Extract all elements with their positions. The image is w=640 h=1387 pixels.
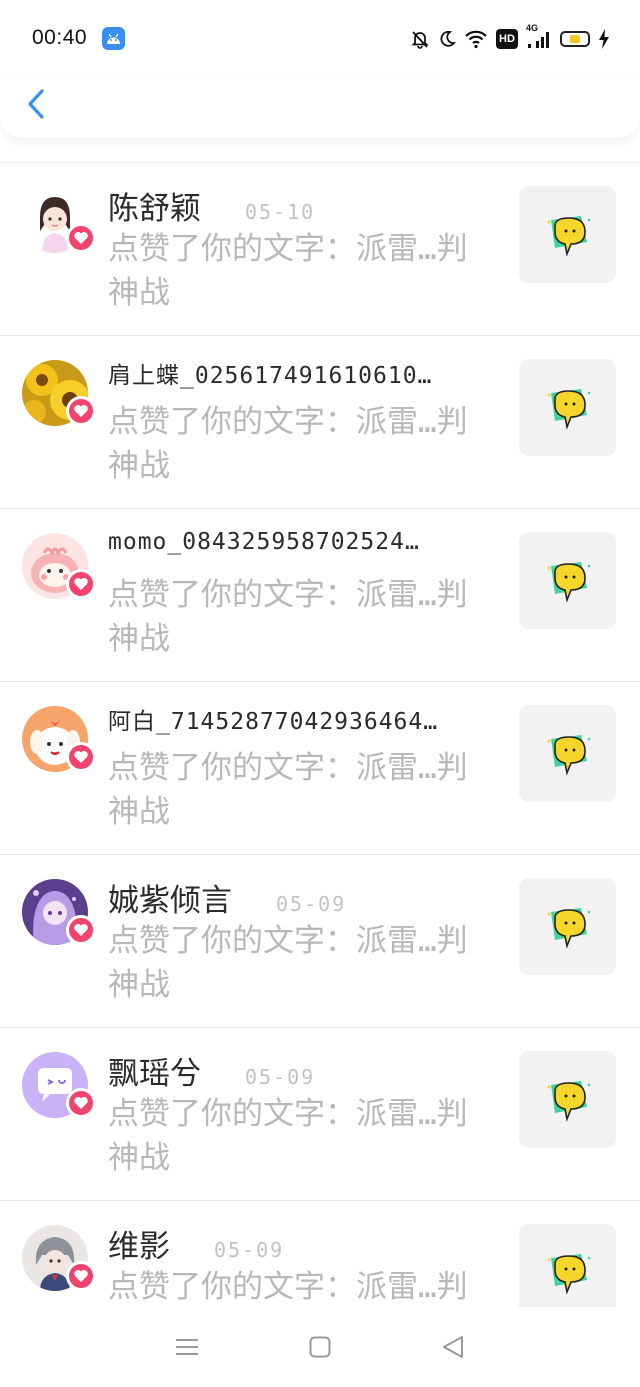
name-line: 维影 05-09 bbox=[108, 1221, 478, 1266]
notification-list: 陈舒颖 05-10 点赞了你的文字：派雷…判神战 肩上蝶_02561749161… bbox=[0, 162, 640, 1307]
system-nav-bar bbox=[0, 1307, 640, 1387]
mute-bell-icon bbox=[410, 29, 430, 49]
status-time: 00:40 bbox=[32, 26, 88, 49]
user-name[interactable]: 肩上蝶_025617491610610… bbox=[108, 356, 432, 390]
notification-text: 点赞了你的文字：派雷…判神战 bbox=[108, 404, 468, 484]
like-badge bbox=[66, 223, 96, 253]
content-thumbnail[interactable] bbox=[519, 1224, 616, 1307]
charging-icon bbox=[598, 29, 610, 49]
like-badge bbox=[66, 569, 96, 599]
yellow-chat-bubble-icon bbox=[547, 215, 590, 257]
like-badge bbox=[66, 915, 96, 945]
content-thumbnail[interactable] bbox=[519, 532, 616, 629]
like-badge bbox=[66, 1088, 96, 1118]
notification-text: 点赞了你的文字：派雷…判神战 bbox=[108, 750, 468, 830]
heart-icon bbox=[74, 1270, 88, 1282]
content-thumbnail[interactable] bbox=[519, 359, 616, 456]
list-item[interactable]: 陈舒颖 05-10 点赞了你的文字：派雷…判神战 bbox=[0, 163, 640, 336]
app-badge-icon bbox=[102, 27, 125, 50]
list-item[interactable]: 娍紫倾言 05-09 点赞了你的文字：派雷…判神战 bbox=[0, 855, 640, 1028]
notification-text: 点赞了你的文字：派雷…判神战 bbox=[108, 1269, 468, 1305]
name-line: 陈舒颖 05-10 bbox=[108, 183, 478, 228]
wifi-icon bbox=[464, 29, 488, 49]
like-badge bbox=[66, 1261, 96, 1291]
top-header bbox=[0, 76, 640, 138]
notification-date: 05-09 bbox=[276, 892, 347, 916]
user-name[interactable]: 陈舒颖 bbox=[108, 183, 201, 228]
status-bar: 00:40 HD 4G bbox=[0, 0, 640, 76]
list-item[interactable]: 飘瑶兮 05-09 点赞了你的文字：派雷…判神战 bbox=[0, 1028, 640, 1201]
heart-icon bbox=[74, 405, 88, 417]
user-name[interactable]: momo_084325958702524… bbox=[108, 529, 420, 555]
name-line: 飘瑶兮 05-09 bbox=[108, 1048, 478, 1093]
yellow-chat-bubble-icon bbox=[547, 388, 590, 430]
name-line: 娍紫倾言 05-09 bbox=[108, 875, 478, 920]
name-line: 阿白_71452877042936464… bbox=[108, 702, 478, 736]
network-type-label: 4G bbox=[526, 23, 539, 33]
yellow-chat-bubble-icon bbox=[547, 734, 590, 776]
menu-icon bbox=[175, 1339, 198, 1355]
signal-icon: 4G bbox=[526, 23, 552, 49]
name-line: momo_084325958702524… bbox=[108, 529, 478, 555]
notification-date: 05-09 bbox=[214, 1238, 285, 1262]
notification-text: 点赞了你的文字：派雷…判神战 bbox=[108, 231, 468, 311]
battery-icon bbox=[560, 31, 590, 47]
list-item[interactable]: 阿白_71452877042936464… 点赞了你的文字：派雷…判神战 bbox=[0, 682, 640, 855]
user-name[interactable]: 娍紫倾言 bbox=[108, 875, 232, 920]
moon-icon bbox=[438, 30, 456, 48]
name-line: 肩上蝶_025617491610610… bbox=[108, 356, 478, 390]
heart-icon bbox=[74, 1097, 88, 1109]
heart-icon bbox=[74, 924, 88, 936]
like-badge bbox=[66, 396, 96, 426]
yellow-chat-bubble-icon bbox=[547, 1080, 590, 1122]
yellow-chat-bubble-icon bbox=[547, 561, 590, 603]
content-thumbnail[interactable] bbox=[519, 705, 616, 802]
battery-level bbox=[570, 35, 580, 43]
notification-date: 05-09 bbox=[245, 1065, 316, 1089]
list-item[interactable]: 维影 05-09 点赞了你的文字：派雷…判神战 bbox=[0, 1201, 640, 1307]
content-thumbnail[interactable] bbox=[519, 1051, 616, 1148]
hd-icon: HD bbox=[496, 29, 518, 49]
notification-text: 点赞了你的文字：派雷…判神战 bbox=[108, 577, 468, 657]
heart-icon bbox=[74, 751, 88, 763]
back-button[interactable] bbox=[18, 86, 54, 122]
yellow-chat-bubble-icon bbox=[547, 1253, 590, 1295]
user-name[interactable]: 阿白_71452877042936464… bbox=[108, 702, 438, 736]
content-thumbnail[interactable] bbox=[519, 878, 616, 975]
user-name[interactable]: 维影 bbox=[108, 1221, 170, 1266]
notification-date: 05-10 bbox=[245, 200, 316, 224]
heart-icon bbox=[74, 232, 88, 244]
heart-icon bbox=[74, 578, 88, 590]
home-button[interactable] bbox=[300, 1327, 340, 1367]
home-square-icon bbox=[309, 1336, 331, 1358]
status-icons: HD 4G bbox=[410, 23, 610, 52]
list-item[interactable]: 肩上蝶_025617491610610… 点赞了你的文字：派雷…判神战 bbox=[0, 336, 640, 509]
back-nav-button[interactable] bbox=[433, 1327, 473, 1367]
notification-text: 点赞了你的文字：派雷…判神战 bbox=[108, 1096, 468, 1176]
yellow-chat-bubble-icon bbox=[547, 907, 590, 949]
list-item[interactable]: momo_084325958702524… 点赞了你的文字：派雷…判神战 bbox=[0, 509, 640, 682]
menu-button[interactable] bbox=[167, 1327, 207, 1367]
notification-text: 点赞了你的文字：派雷…判神战 bbox=[108, 923, 468, 1003]
user-name[interactable]: 飘瑶兮 bbox=[108, 1048, 201, 1093]
like-badge bbox=[66, 742, 96, 772]
chevron-left-icon bbox=[28, 89, 44, 119]
content-thumbnail[interactable] bbox=[519, 186, 616, 283]
back-triangle-icon bbox=[443, 1336, 464, 1358]
